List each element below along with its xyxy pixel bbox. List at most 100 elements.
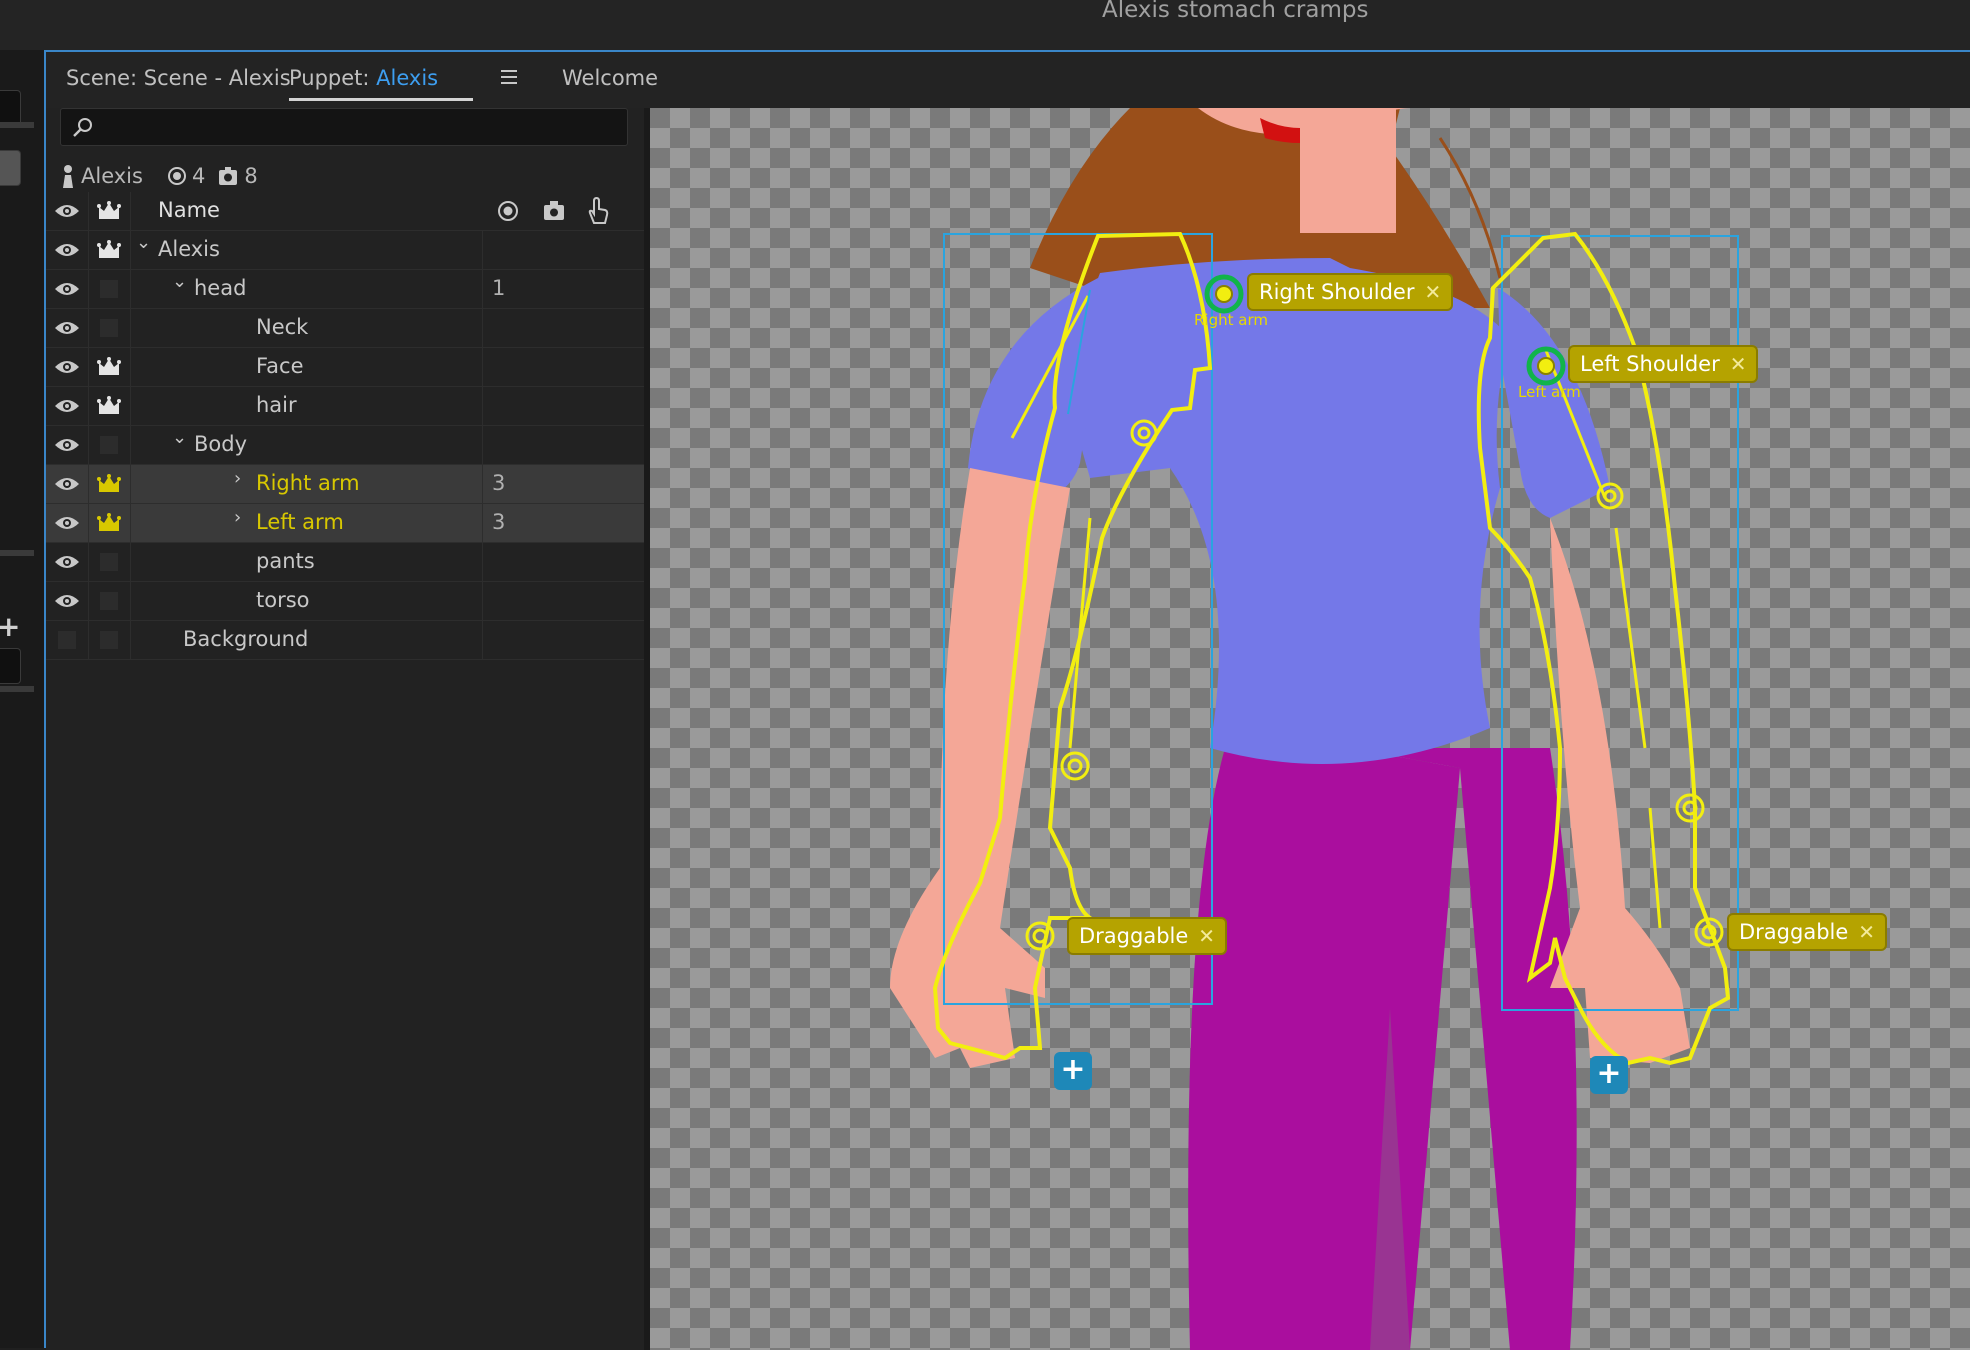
- puppet-name: Alexis: [81, 164, 143, 188]
- tag-toggle[interactable]: [88, 582, 131, 620]
- strip-add-icon[interactable]: +: [0, 610, 20, 643]
- layer-row[interactable]: Neck: [46, 309, 644, 348]
- layer-name-cell[interactable]: Neck: [130, 309, 483, 347]
- panel-menu-icon[interactable]: [501, 70, 517, 88]
- tab-scene[interactable]: Scene: Scene - Alexis: [66, 66, 291, 90]
- independent-crown-icon[interactable]: [88, 465, 131, 503]
- visibility-eye-icon[interactable]: [46, 387, 89, 425]
- puppet-layer-panel: Alexis 4 8 Name ⌄ Alexis ⌄ head 1 Neck F…: [46, 108, 650, 1350]
- layer-name-cell[interactable]: pants: [130, 543, 483, 581]
- trigger-count-icon: [219, 167, 238, 185]
- tag-toggle[interactable]: [88, 426, 131, 464]
- layer-row[interactable]: hair: [46, 387, 644, 426]
- handle-column-icon[interactable]: [497, 200, 519, 222]
- tag-draggable-label: Draggable: [1079, 924, 1189, 948]
- independent-crown-icon[interactable]: [88, 387, 131, 425]
- left-arm-handle-label: Left arm: [1518, 383, 1581, 401]
- collapse-chevron-icon[interactable]: ›: [234, 507, 241, 528]
- layer-name-cell[interactable]: torso: [130, 582, 483, 620]
- trigger-count: 8: [244, 164, 258, 188]
- search-input[interactable]: [60, 108, 628, 146]
- layer-name-cell[interactable]: › Right arm: [130, 465, 483, 503]
- tag-toggle[interactable]: [88, 543, 131, 581]
- remove-tag-icon[interactable]: ✕: [1425, 280, 1442, 304]
- tag-toggle[interactable]: [88, 309, 131, 347]
- tag-draggable-left-hand[interactable]: Draggable ✕: [1729, 915, 1886, 949]
- tag-left-shoulder-label: Left Shoulder: [1580, 352, 1720, 376]
- pants-shape: [1188, 748, 1460, 1350]
- handle-right-draggable: [1025, 921, 1055, 951]
- add-handle-button[interactable]: +: [1590, 1056, 1628, 1094]
- remove-tag-icon[interactable]: ✕: [1858, 920, 1875, 944]
- visibility-eye-icon[interactable]: [46, 426, 89, 464]
- strip-field[interactable]: [0, 90, 21, 126]
- layer-row[interactable]: ⌄ Body: [46, 426, 644, 465]
- layer-row[interactable]: › Right arm 3: [46, 465, 644, 504]
- tag-toggle[interactable]: [88, 270, 131, 308]
- layer-name: Left arm: [256, 510, 344, 534]
- visibility-eye-icon[interactable]: [46, 270, 89, 308]
- tag-draggable-right-hand[interactable]: Draggable ✕: [1069, 919, 1226, 953]
- layer-row[interactable]: ⌄ head 1: [46, 270, 644, 309]
- visibility-toggle[interactable]: [46, 621, 89, 659]
- layer-name-cell[interactable]: ⌄ head: [130, 270, 483, 308]
- tag-toggle[interactable]: [88, 621, 131, 659]
- strip-divider: [0, 122, 34, 128]
- independent-crown-icon[interactable]: [88, 348, 131, 386]
- visibility-eye-icon[interactable]: [46, 348, 89, 386]
- trigger-column-icon[interactable]: [542, 200, 566, 222]
- layer-handle-count: 3: [492, 510, 506, 534]
- layer-name: Neck: [256, 315, 309, 339]
- tree-header: Name: [46, 192, 644, 231]
- tag-right-shoulder[interactable]: Right Shoulder ✕: [1249, 275, 1452, 309]
- remove-tag-icon[interactable]: ✕: [1730, 352, 1747, 376]
- handle-count-icon: [167, 167, 186, 185]
- puppet-icon: [63, 165, 73, 188]
- independent-crown-icon[interactable]: [88, 504, 131, 542]
- layer-row[interactable]: ⌄ Alexis: [46, 231, 644, 270]
- layer-row[interactable]: › Left arm 3: [46, 504, 644, 543]
- layer-handle-count: 3: [492, 471, 506, 495]
- expand-chevron-icon[interactable]: ⌄: [172, 427, 187, 448]
- puppet-canvas[interactable]: Right arm Left arm Right Shoulder ✕ Left…: [650, 108, 1970, 1350]
- layer-name-cell[interactable]: ⌄ Alexis: [130, 231, 483, 269]
- tag-draggable-label: Draggable: [1739, 920, 1849, 944]
- remove-tag-icon[interactable]: ✕: [1198, 924, 1215, 948]
- visibility-eye-icon[interactable]: [46, 465, 89, 503]
- handle-left-wrist: [1675, 793, 1705, 823]
- layer-name-cell[interactable]: › Left arm: [130, 504, 483, 542]
- tab-welcome[interactable]: Welcome: [562, 66, 658, 90]
- right-arm-handle-label: Right arm: [1194, 311, 1268, 329]
- right-arm-skin: [890, 468, 1070, 1068]
- strip-selected-item[interactable]: [0, 150, 21, 186]
- collapse-chevron-icon[interactable]: ›: [234, 468, 241, 489]
- visibility-eye-icon[interactable]: [46, 231, 89, 269]
- expand-chevron-icon[interactable]: ⌄: [172, 271, 187, 292]
- layer-name-cell[interactable]: Face: [130, 348, 483, 386]
- independent-crown-icon[interactable]: [88, 231, 131, 269]
- layer-name-cell[interactable]: hair: [130, 387, 483, 425]
- crown-icon: [88, 192, 131, 230]
- title-bar: Alexis stomach cramps: [0, 0, 1970, 50]
- column-name-header[interactable]: Name: [158, 198, 220, 222]
- layer-name-cell[interactable]: ⌄ Body: [130, 426, 483, 464]
- layer-name: Body: [194, 432, 248, 456]
- layer-row[interactable]: Face: [46, 348, 644, 387]
- visibility-eye-icon[interactable]: [46, 582, 89, 620]
- strip-divider: [0, 686, 34, 692]
- strip-field[interactable]: [0, 648, 21, 684]
- tab-puppet[interactable]: Puppet: Alexis: [289, 66, 474, 101]
- tag-left-shoulder[interactable]: Left Shoulder ✕: [1570, 347, 1757, 381]
- tab-bar: Scene: Scene - Alexis Puppet: Alexis Wel…: [46, 52, 1970, 108]
- hand-column-icon[interactable]: [586, 197, 610, 225]
- layer-row[interactable]: torso: [46, 582, 644, 621]
- layer-name-cell[interactable]: Background: [130, 621, 483, 659]
- torso-shape: [1070, 258, 1510, 764]
- visibility-eye-icon[interactable]: [46, 543, 89, 581]
- add-handle-button[interactable]: +: [1054, 1052, 1092, 1090]
- expand-chevron-icon[interactable]: ⌄: [136, 232, 151, 253]
- visibility-eye-icon[interactable]: [46, 309, 89, 347]
- layer-row[interactable]: Background: [46, 621, 644, 660]
- layer-row[interactable]: pants: [46, 543, 644, 582]
- visibility-eye-icon[interactable]: [46, 504, 89, 542]
